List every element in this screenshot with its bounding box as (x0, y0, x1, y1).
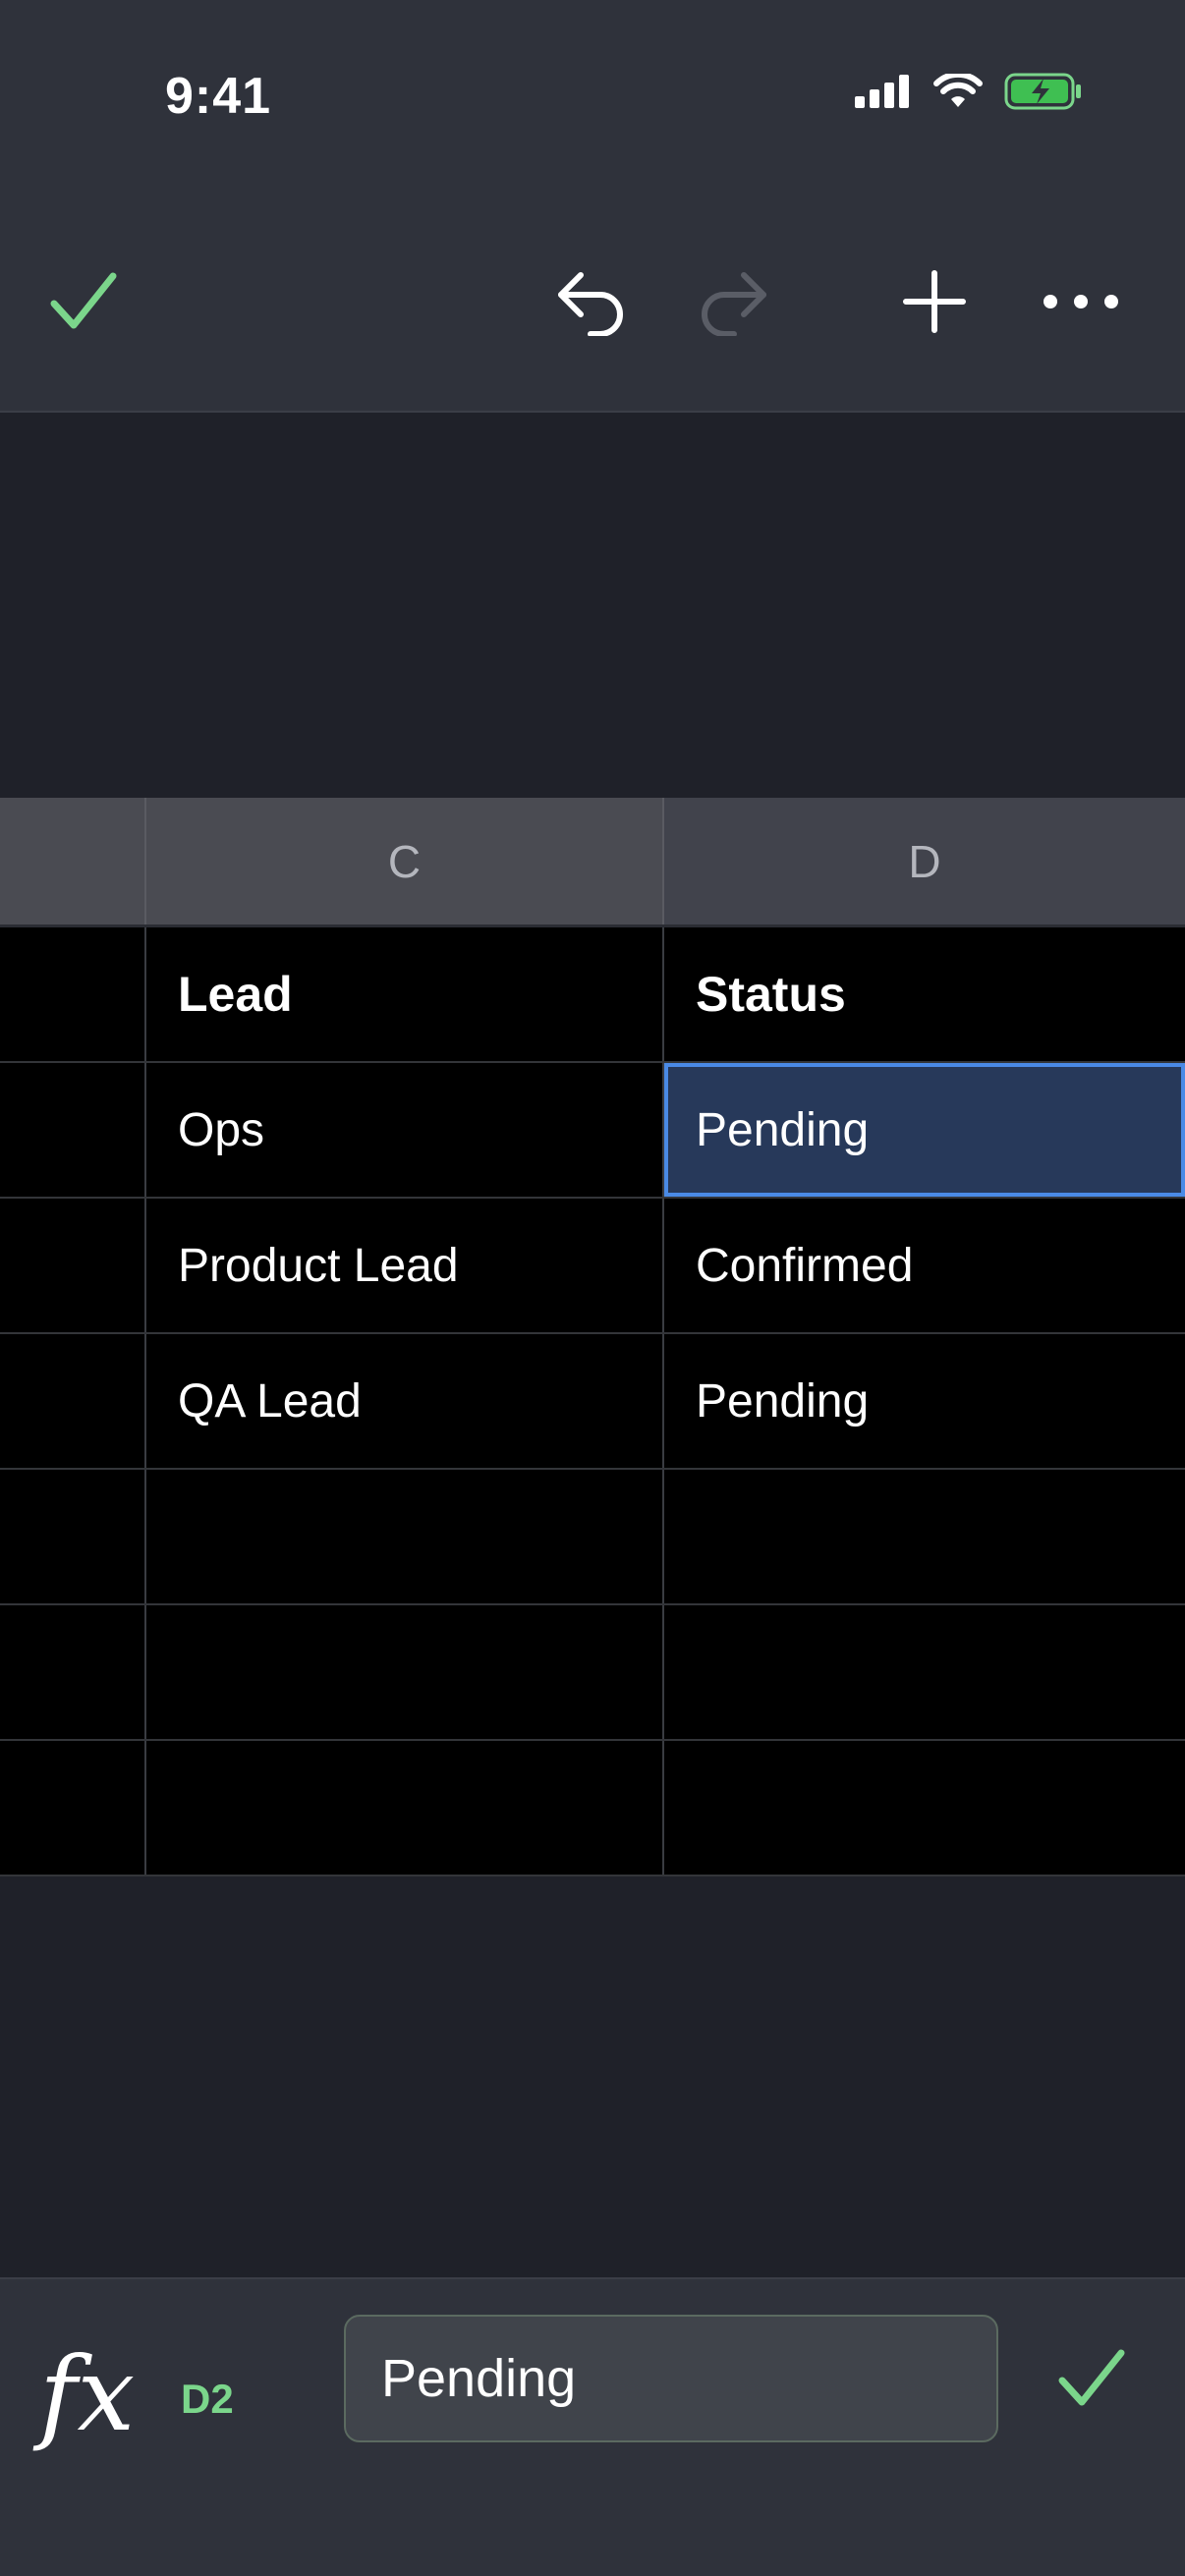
undo-button[interactable] (546, 257, 635, 346)
cell-c4[interactable]: QA Lead (146, 1334, 664, 1468)
formula-input-box[interactable] (344, 2315, 998, 2442)
fx-icon[interactable]: fx (39, 2334, 135, 2454)
cell-c2[interactable]: Ops (146, 1063, 664, 1197)
cellular-signal-icon (855, 75, 909, 108)
cell-d5[interactable] (664, 1470, 1185, 1603)
table-row: Product Lead Confirmed (0, 1199, 1185, 1334)
cell-d7[interactable] (664, 1741, 1185, 1875)
cell-d6[interactable] (664, 1605, 1185, 1739)
checkmark-icon (1058, 2349, 1125, 2406)
checkmark-icon (50, 272, 117, 329)
cell-d3[interactable]: Confirmed (664, 1199, 1185, 1332)
more-button[interactable] (1034, 257, 1128, 346)
column-header-row: C D (0, 798, 1185, 927)
cell-c6[interactable] (146, 1605, 664, 1739)
table-row: QA Lead Pending (0, 1334, 1185, 1470)
row-header[interactable] (0, 1470, 146, 1603)
table-row (0, 1741, 1185, 1876)
row-header[interactable] (0, 1741, 146, 1875)
spreadsheet-screen: 9:41 C D Lead Status Ops Pending Product… (0, 0, 1185, 2576)
row-header[interactable] (0, 1063, 146, 1197)
table-row: Ops Pending (0, 1063, 1185, 1199)
cell-c7[interactable] (146, 1741, 664, 1875)
cell-d1[interactable]: Status (664, 927, 1185, 1061)
table-row (0, 1470, 1185, 1605)
battery-charging-icon (1004, 73, 1081, 110)
cell-grid: Lead Status Ops Pending Product Lead Con… (0, 927, 1185, 1876)
row-header[interactable] (0, 1605, 146, 1739)
formula-input[interactable] (381, 2348, 996, 2409)
top-bar: 9:41 (0, 0, 1185, 413)
more-icon (1044, 295, 1118, 308)
confirm-formula-button[interactable] (1047, 2334, 1136, 2423)
row-header-corner[interactable] (0, 798, 146, 924)
done-check-button[interactable] (39, 257, 128, 346)
table-row: Lead Status (0, 927, 1185, 1063)
undo-icon (558, 272, 623, 336)
redo-button[interactable] (690, 257, 778, 346)
plus-icon (903, 270, 966, 333)
row-header[interactable] (0, 927, 146, 1061)
redo-icon (702, 272, 766, 336)
cell-c3[interactable]: Product Lead (146, 1199, 664, 1332)
cell-d2-selected[interactable]: Pending (664, 1063, 1185, 1197)
table-row (0, 1605, 1185, 1741)
column-header-c[interactable]: C (146, 798, 664, 924)
cell-c5[interactable] (146, 1470, 664, 1603)
cell-d4[interactable]: Pending (664, 1334, 1185, 1468)
status-icons (855, 73, 1083, 110)
status-time: 9:41 (165, 68, 272, 125)
column-header-d[interactable]: D (664, 798, 1185, 924)
spreadsheet-grid: C D Lead Status Ops Pending Product Lead… (0, 798, 1185, 1876)
add-button[interactable] (890, 257, 979, 346)
row-header[interactable] (0, 1334, 146, 1468)
formula-bar: fx D2 (0, 2277, 1185, 2576)
row-header[interactable] (0, 1199, 146, 1332)
cell-c1[interactable]: Lead (146, 927, 664, 1061)
cell-reference: D2 (181, 2376, 234, 2422)
wifi-icon (933, 74, 983, 107)
